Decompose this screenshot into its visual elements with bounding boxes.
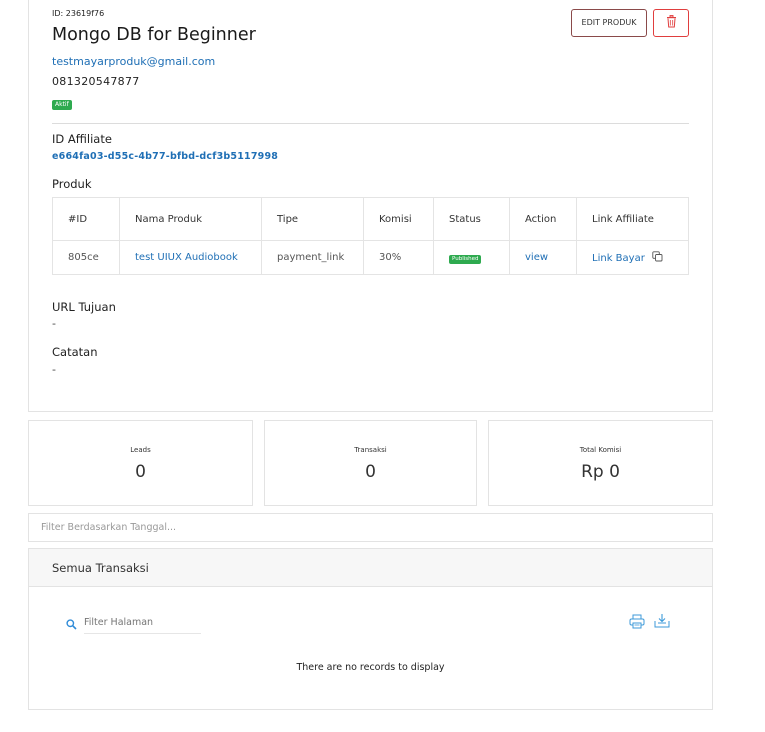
search-icon: [66, 615, 77, 634]
copy-icon[interactable]: [652, 250, 663, 265]
col-action: Action: [509, 197, 577, 241]
transactions-card: Semua Transaksi There are no records to …: [28, 548, 713, 710]
stat-value: 0: [135, 462, 146, 482]
col-commission: Komisi: [363, 197, 434, 241]
col-type: Tipe: [261, 197, 364, 241]
empty-state-message: There are no records to display: [296, 662, 445, 673]
produk-label: Produk: [52, 177, 92, 191]
product-table: #ID Nama Produk Tipe Komisi Status Actio…: [52, 197, 689, 275]
page-title: Mongo DB for Beginner: [52, 25, 256, 45]
status-badge: Aktif: [52, 100, 72, 110]
transactions-title: Semua Transaksi: [52, 561, 149, 575]
link-bayar[interactable]: Link Bayar: [592, 253, 645, 264]
stat-transaksi: Transaksi 0: [264, 420, 477, 506]
email-link[interactable]: testmayarproduk@gmail.com: [52, 55, 215, 68]
affiliate-id: e664fa03-d55c-4b77-bfbd-dcf3b5117998: [52, 151, 279, 162]
divider: [52, 123, 689, 124]
col-status: Status: [433, 197, 510, 241]
row-status: Published: [433, 240, 510, 275]
table-header-row: #ID Nama Produk Tipe Komisi Status Actio…: [52, 197, 689, 241]
date-filter-input[interactable]: Filter Berdasarkan Tanggal...: [28, 513, 713, 542]
url-tujuan-value: -: [52, 317, 56, 330]
stat-label: Total Komisi: [579, 446, 622, 454]
row-id: 805ce: [52, 240, 120, 275]
col-name: Nama Produk: [119, 197, 262, 241]
transactions-header: Semua Transaksi: [29, 549, 712, 587]
stat-total-komisi: Total Komisi Rp 0: [488, 420, 713, 506]
view-link[interactable]: view: [509, 240, 577, 275]
phone-number: 081320547877: [52, 75, 140, 88]
stat-label: Leads: [130, 446, 151, 454]
search-input[interactable]: [84, 612, 201, 634]
table-row: 805ce test UIUX Audiobook payment_link 3…: [52, 240, 689, 275]
stat-label: Transaksi: [354, 446, 387, 454]
row-type: payment_link: [261, 240, 364, 275]
catatan-value: -: [52, 363, 56, 376]
col-id: #ID: [52, 197, 120, 241]
product-name-link[interactable]: test UIUX Audiobook: [119, 240, 262, 275]
url-tujuan-label: URL Tujuan: [52, 300, 116, 314]
trash-icon: [666, 15, 677, 31]
catatan-label: Catatan: [52, 345, 98, 359]
print-icon[interactable]: [629, 614, 645, 633]
edit-product-button[interactable]: EDIT PRODUK: [571, 9, 647, 37]
affiliate-label: ID Affiliate: [52, 132, 112, 146]
published-badge: Published: [449, 254, 482, 264]
stat-leads: Leads 0: [28, 420, 253, 506]
download-icon[interactable]: [654, 613, 670, 632]
delete-button[interactable]: [653, 9, 689, 37]
stat-value: Rp 0: [581, 462, 620, 482]
col-link: Link Affiliate: [576, 197, 689, 241]
search-box: [66, 612, 226, 634]
stat-value: 0: [365, 462, 376, 482]
row-commission: 30%: [363, 240, 434, 275]
link-bayar-cell[interactable]: Link Bayar: [576, 240, 689, 275]
product-id: ID: 23619f76: [52, 9, 105, 18]
